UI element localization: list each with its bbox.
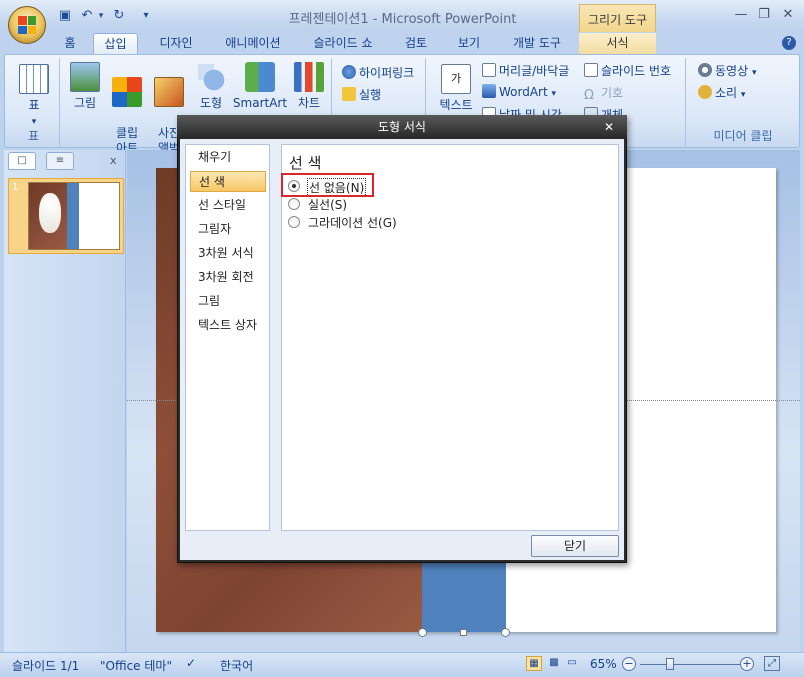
office-button[interactable] — [8, 6, 46, 44]
slide-thumbnail-number: 1 — [12, 182, 19, 193]
slide-number-button[interactable]: 슬라이드 번호 — [584, 62, 671, 79]
chart-icon — [294, 62, 324, 92]
slide-thumbnail-image — [28, 182, 120, 250]
picture-icon — [70, 62, 100, 92]
nav-shadow[interactable]: 그림자 — [190, 219, 266, 240]
zoom-slider-thumb[interactable] — [666, 658, 674, 670]
speaker-icon — [698, 85, 712, 99]
nav-picture[interactable]: 그림 — [190, 291, 266, 312]
shapes-button[interactable]: 도형 — [192, 62, 230, 111]
section-title: 선 색 — [289, 154, 322, 172]
nav-line-style[interactable]: 선 스타일 — [190, 195, 266, 216]
spellcheck-icon[interactable]: ✓ — [186, 656, 202, 672]
hyperlink-icon — [342, 65, 356, 79]
resize-handle-middle[interactable] — [460, 629, 467, 636]
restore-icon[interactable]: ❐ — [754, 6, 774, 24]
textbox-icon: 가 — [441, 64, 471, 94]
nav-3d-rotation[interactable]: 3차원 회전 — [190, 267, 266, 288]
header-footer-icon — [482, 63, 496, 77]
tab-animations[interactable]: 애니메이션 — [216, 33, 290, 54]
close-window-icon[interactable]: ✕ — [778, 6, 798, 24]
wordart-icon — [482, 84, 496, 98]
slide-number-icon — [584, 63, 598, 77]
group-table: 표 ▾ 표 — [8, 58, 60, 146]
zoom-level[interactable]: 65% — [590, 657, 617, 671]
radio-solid-line[interactable] — [288, 198, 300, 210]
movie-button[interactable]: 동영상 ▾ — [698, 62, 756, 79]
label-gradient-line[interactable]: 그라데이션 선(G) — [308, 214, 397, 231]
redo-icon[interactable]: ↻ — [110, 8, 128, 24]
wordart-button[interactable]: WordArt ▾ — [482, 84, 556, 99]
clipart-icon — [112, 77, 142, 107]
status-slide-count: 슬라이드 1/1 — [12, 659, 80, 673]
slide-sorter-view-icon[interactable]: ▩ — [546, 656, 562, 671]
group-label-table: 표 — [27, 129, 40, 143]
tab-design[interactable]: 디자인 — [150, 33, 202, 54]
zoom-in-icon[interactable]: + — [740, 657, 754, 671]
help-icon[interactable]: ? — [782, 36, 796, 50]
radio-gradient-line[interactable] — [288, 216, 300, 228]
dialog-close-button[interactable]: 닫기 — [531, 535, 619, 557]
nav-3d-format[interactable]: 3차원 서식 — [190, 243, 266, 264]
group-media: 동영상 ▾ 소리 ▾ 미디어 클립 — [690, 58, 796, 146]
tab-view[interactable]: 보기 — [449, 33, 489, 54]
panel-close-icon[interactable]: x — [110, 154, 117, 167]
undo-icon[interactable]: ↶ — [78, 8, 96, 24]
highlight-box — [281, 173, 374, 197]
nav-fill[interactable]: 채우기 — [190, 147, 266, 168]
omega-icon: Ω — [584, 88, 594, 103]
fit-to-window-icon[interactable]: ⤢ — [764, 656, 780, 671]
status-theme[interactable]: "Office 테마" — [100, 657, 172, 674]
table-icon — [19, 64, 49, 94]
tab-format[interactable]: 서식 — [579, 33, 656, 54]
label-solid-line[interactable]: 실선(S) — [308, 196, 347, 213]
smartart-button[interactable]: SmartArt — [232, 62, 288, 111]
dialog-close-icon[interactable]: ✕ — [601, 120, 617, 134]
minimize-icon[interactable]: — — [731, 6, 751, 24]
picture-button[interactable]: 그림 — [66, 62, 104, 111]
textbox-button[interactable]: 가 텍스트 — [436, 64, 476, 113]
undo-dropdown-icon[interactable]: ▾ — [96, 8, 106, 24]
chart-button[interactable]: 차트 — [290, 62, 328, 111]
tab-insert[interactable]: 삽입 — [93, 33, 138, 54]
tab-developer[interactable]: 개발 도구 — [503, 33, 571, 54]
sound-button[interactable]: 소리 ▾ — [698, 84, 745, 101]
tab-review[interactable]: 검토 — [396, 33, 436, 54]
slides-tab-icon: □ — [17, 155, 27, 166]
smartart-icon — [245, 62, 275, 92]
tab-slideshow[interactable]: 슬라이드 쇼 — [303, 33, 383, 54]
outline-tab[interactable]: ≡ — [46, 152, 74, 170]
group-label-media: 미디어 클립 — [713, 129, 773, 143]
slideshow-view-icon[interactable]: ▭ — [564, 656, 580, 671]
zoom-out-icon[interactable]: − — [622, 657, 636, 671]
photo-album-icon — [154, 77, 184, 107]
table-button[interactable]: 표 ▾ — [14, 64, 54, 130]
resize-handle-left[interactable] — [418, 628, 427, 637]
slides-tab[interactable]: □ — [8, 152, 36, 170]
film-reel-icon — [698, 63, 712, 77]
zoom-slider-track[interactable] — [640, 664, 740, 665]
office-logo-icon — [18, 16, 36, 34]
action-button[interactable]: 실행 — [342, 86, 381, 103]
header-footer-button[interactable]: 머리글/바닥글 — [482, 62, 569, 79]
tab-home[interactable]: 홈 — [56, 33, 84, 54]
nav-text-box[interactable]: 텍스트 상자 — [190, 315, 266, 336]
normal-view-icon[interactable]: ▦ — [526, 656, 542, 671]
symbol-button[interactable]: Ω 기호 — [584, 84, 623, 103]
status-language[interactable]: 한국어 — [220, 657, 253, 674]
nav-line-color[interactable]: 선 색 — [190, 171, 266, 192]
dialog-title: 도형 서식 — [177, 115, 627, 139]
save-icon[interactable]: ▣ — [56, 8, 74, 24]
action-star-icon — [342, 87, 356, 101]
hyperlink-button[interactable]: 하이퍼링크 — [342, 64, 414, 81]
resize-handle-right[interactable] — [501, 628, 510, 637]
dog-photo-icon — [39, 193, 61, 233]
contextual-tab-header: 그리기 도구 — [579, 4, 656, 32]
customize-toolbar-icon[interactable]: ▾ — [140, 8, 152, 24]
outline-tab-icon: ≡ — [55, 155, 65, 166]
window-title: 프레젠테이션1 - Microsoft PowerPoint — [288, 12, 517, 27]
shapes-icon — [196, 62, 226, 92]
